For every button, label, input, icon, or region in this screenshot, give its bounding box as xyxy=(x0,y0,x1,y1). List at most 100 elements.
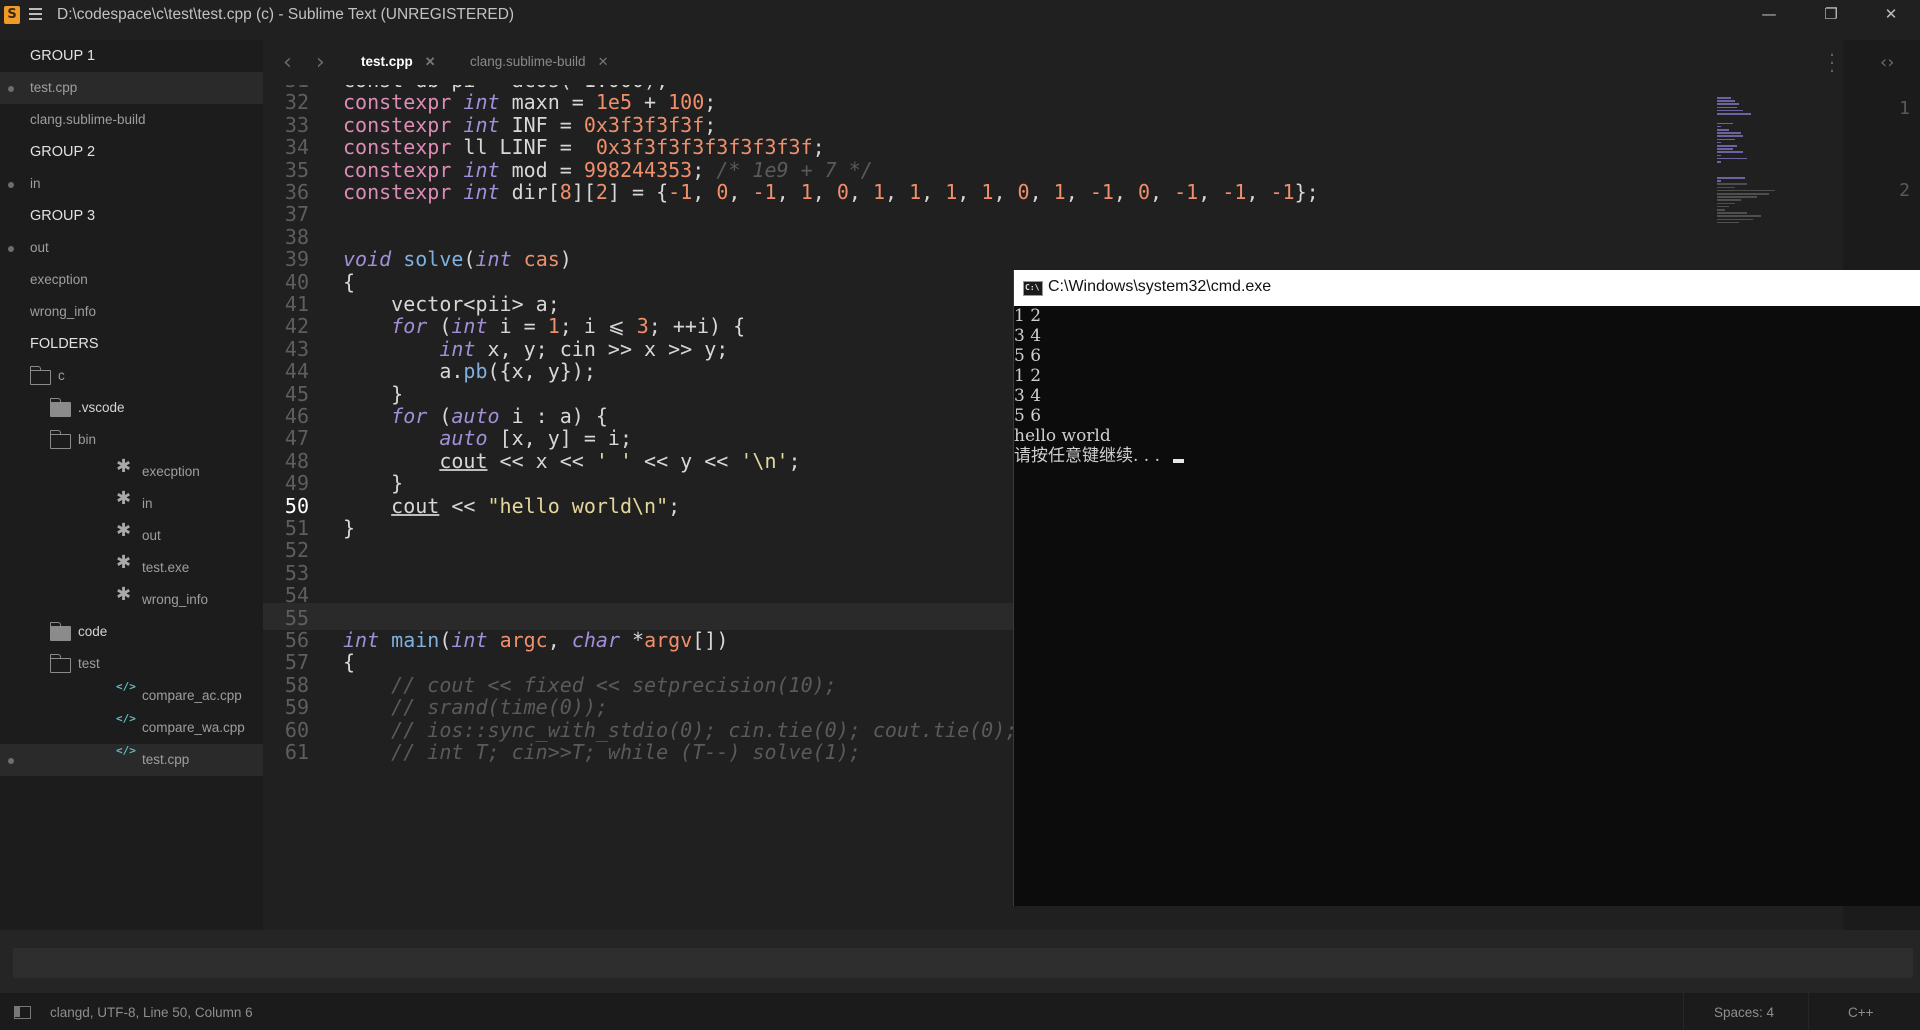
tab-close-icon[interactable]: ✕ xyxy=(425,54,436,69)
open-file-wrong-info[interactable]: wrong_info xyxy=(0,296,263,328)
restore-button[interactable]: ❐ xyxy=(1802,0,1860,30)
syntax-selector[interactable]: C++ xyxy=(1848,1005,1874,1020)
minimap-line xyxy=(1717,138,1735,141)
open-file-out[interactable]: out xyxy=(0,232,263,264)
minimap-line xyxy=(1717,157,1747,160)
close-window-button[interactable]: ✕ xyxy=(1862,0,1920,30)
minimap-line xyxy=(1717,154,1721,157)
minimap-line xyxy=(1717,132,1741,134)
tab-test-cpp[interactable]: test.cpp ✕ xyxy=(361,54,436,70)
status-bar: clangd, UTF-8, Line 50, Column 6 Spaces:… xyxy=(0,993,1920,1030)
panel-toggle-icon[interactable]: ‹› xyxy=(1880,52,1894,73)
output-panel xyxy=(0,930,1920,993)
minimap-line xyxy=(1717,97,1731,99)
right-panel-line-number: 2 xyxy=(1899,180,1910,201)
minimap-line xyxy=(1717,183,1747,185)
tree-item-label: test xyxy=(78,656,100,671)
modified-dot-icon xyxy=(8,246,14,252)
modified-dot-icon xyxy=(8,758,14,764)
cmd-output-line: hello world xyxy=(1014,426,1111,446)
back-arrow-icon[interactable]: ‹ xyxy=(283,50,292,75)
minimap-line xyxy=(1717,125,1721,128)
tree-item-label: compare_wa.cpp xyxy=(142,720,245,735)
open-file-test-cpp[interactable]: test.cpp xyxy=(0,72,263,104)
window-title: D:\codespace\c\test\test.cpp (c) - Subli… xyxy=(57,6,515,23)
tree-item[interactable]: .vscode xyxy=(0,392,263,424)
file-icon: ✱ xyxy=(116,520,132,541)
minimap-line xyxy=(1717,189,1775,192)
open-file-label: execption xyxy=(30,272,88,287)
line-number: 61 xyxy=(284,740,309,764)
tab-label: test.cpp xyxy=(361,54,413,69)
tree-item-label: in xyxy=(142,496,153,511)
open-file-label: out xyxy=(30,240,49,255)
cmd-output-line: 3 4 xyxy=(1014,326,1042,346)
minimap-line xyxy=(1717,205,1729,208)
minimap-line xyxy=(1717,212,1747,214)
more-options-icon[interactable]: · · · xyxy=(1829,47,1835,81)
tree-item-label: test.exe xyxy=(142,560,190,575)
cmd-prompt-text: 请按任意键继续. . . xyxy=(1014,446,1166,466)
minimap-line xyxy=(1717,180,1721,182)
tree-item[interactable]: bin xyxy=(0,424,263,456)
minimap-line xyxy=(1717,122,1733,125)
forward-arrow-icon[interactable]: › xyxy=(316,50,325,75)
minimap-line xyxy=(1717,193,1769,195)
minimap-line xyxy=(1717,209,1725,211)
cmd-icon: C:\ xyxy=(1023,281,1043,296)
open-file-in[interactable]: in xyxy=(0,168,263,200)
minimap-line xyxy=(1717,151,1743,153)
tab-clang-sublime-build[interactable]: clang.sublime-build ✕ xyxy=(470,54,608,70)
open-file-label: wrong_info xyxy=(30,304,97,319)
tree-item[interactable]: </> compare_wa.cpp xyxy=(0,712,263,744)
folder-icon xyxy=(49,622,71,641)
open-file-execption[interactable]: execption xyxy=(0,264,263,296)
tree-item-label: compare_ac.cpp xyxy=(142,688,242,703)
tree-item[interactable]: test xyxy=(0,648,263,680)
panel-input-field[interactable] xyxy=(13,948,1913,978)
file-icon: ✱ xyxy=(116,552,132,573)
sidebar-toggle-icon[interactable] xyxy=(14,1006,31,1019)
tree-item[interactable]: ✱ wrong_info xyxy=(0,584,263,616)
cmd-output-line: 1 2 xyxy=(1014,306,1042,326)
group-header: GROUP 1 xyxy=(30,48,96,64)
cmd-output-line: 1 2 xyxy=(1014,366,1042,386)
tree-item[interactable]: </> compare_ac.cpp xyxy=(0,680,263,712)
cmd-prompt-line: 请按任意键继续. . . xyxy=(1014,446,1920,466)
minimize-button[interactable]: — xyxy=(1740,0,1798,30)
file-icon: ✱ xyxy=(116,584,132,605)
text-cursor xyxy=(1173,459,1185,463)
tree-item[interactable]: ✱ out xyxy=(0,520,263,552)
folder-icon xyxy=(49,398,71,417)
code-file-icon: </> xyxy=(116,744,136,757)
tree-item[interactable]: ✱ in xyxy=(0,488,263,520)
cmd-title-bar[interactable]: C:\ C:\Windows\system32\cmd.exe xyxy=(1014,270,1920,306)
minimap-line xyxy=(1717,106,1737,109)
cmd-window[interactable]: C:\ C:\Windows\system32\cmd.exe 1 2 3 4 … xyxy=(1013,270,1920,906)
code-file-icon: </> xyxy=(116,680,136,693)
tree-item[interactable]: ✱ test.exe xyxy=(0,552,263,584)
folder-icon xyxy=(29,366,51,385)
code-file-icon: </> xyxy=(116,712,136,725)
open-file-label: test.cpp xyxy=(30,80,78,95)
tree-item[interactable]: code xyxy=(0,616,263,648)
minimap-line xyxy=(1717,145,1737,147)
minimap-line xyxy=(1717,199,1741,201)
tab-label: clang.sublime-build xyxy=(470,54,586,69)
indentation-selector[interactable]: Spaces: 4 xyxy=(1714,1005,1774,1020)
status-divider xyxy=(1808,993,1809,1030)
minimap-line xyxy=(1717,129,1729,131)
file-icon: ✱ xyxy=(116,456,132,477)
open-file-clang-sublime-build[interactable]: clang.sublime-build xyxy=(0,104,263,136)
tab-close-icon[interactable]: ✕ xyxy=(598,54,609,69)
tree-item[interactable]: ✱ execption xyxy=(0,456,263,488)
minimap-line xyxy=(1717,109,1743,112)
folder-icon xyxy=(49,430,71,449)
right-panel-line-number: 1 xyxy=(1899,98,1910,119)
tree-item[interactable]: c xyxy=(0,360,263,392)
title-bar: S D:\codespace\c\test\test.cpp (c) - Sub… xyxy=(0,0,1920,30)
hamburger-menu-icon[interactable] xyxy=(29,8,42,21)
tree-item-label: test.cpp xyxy=(142,752,190,767)
cmd-title: C:\Windows\system32\cmd.exe xyxy=(1048,278,1272,295)
tree-item[interactable]: </> test.cpp xyxy=(0,744,263,776)
